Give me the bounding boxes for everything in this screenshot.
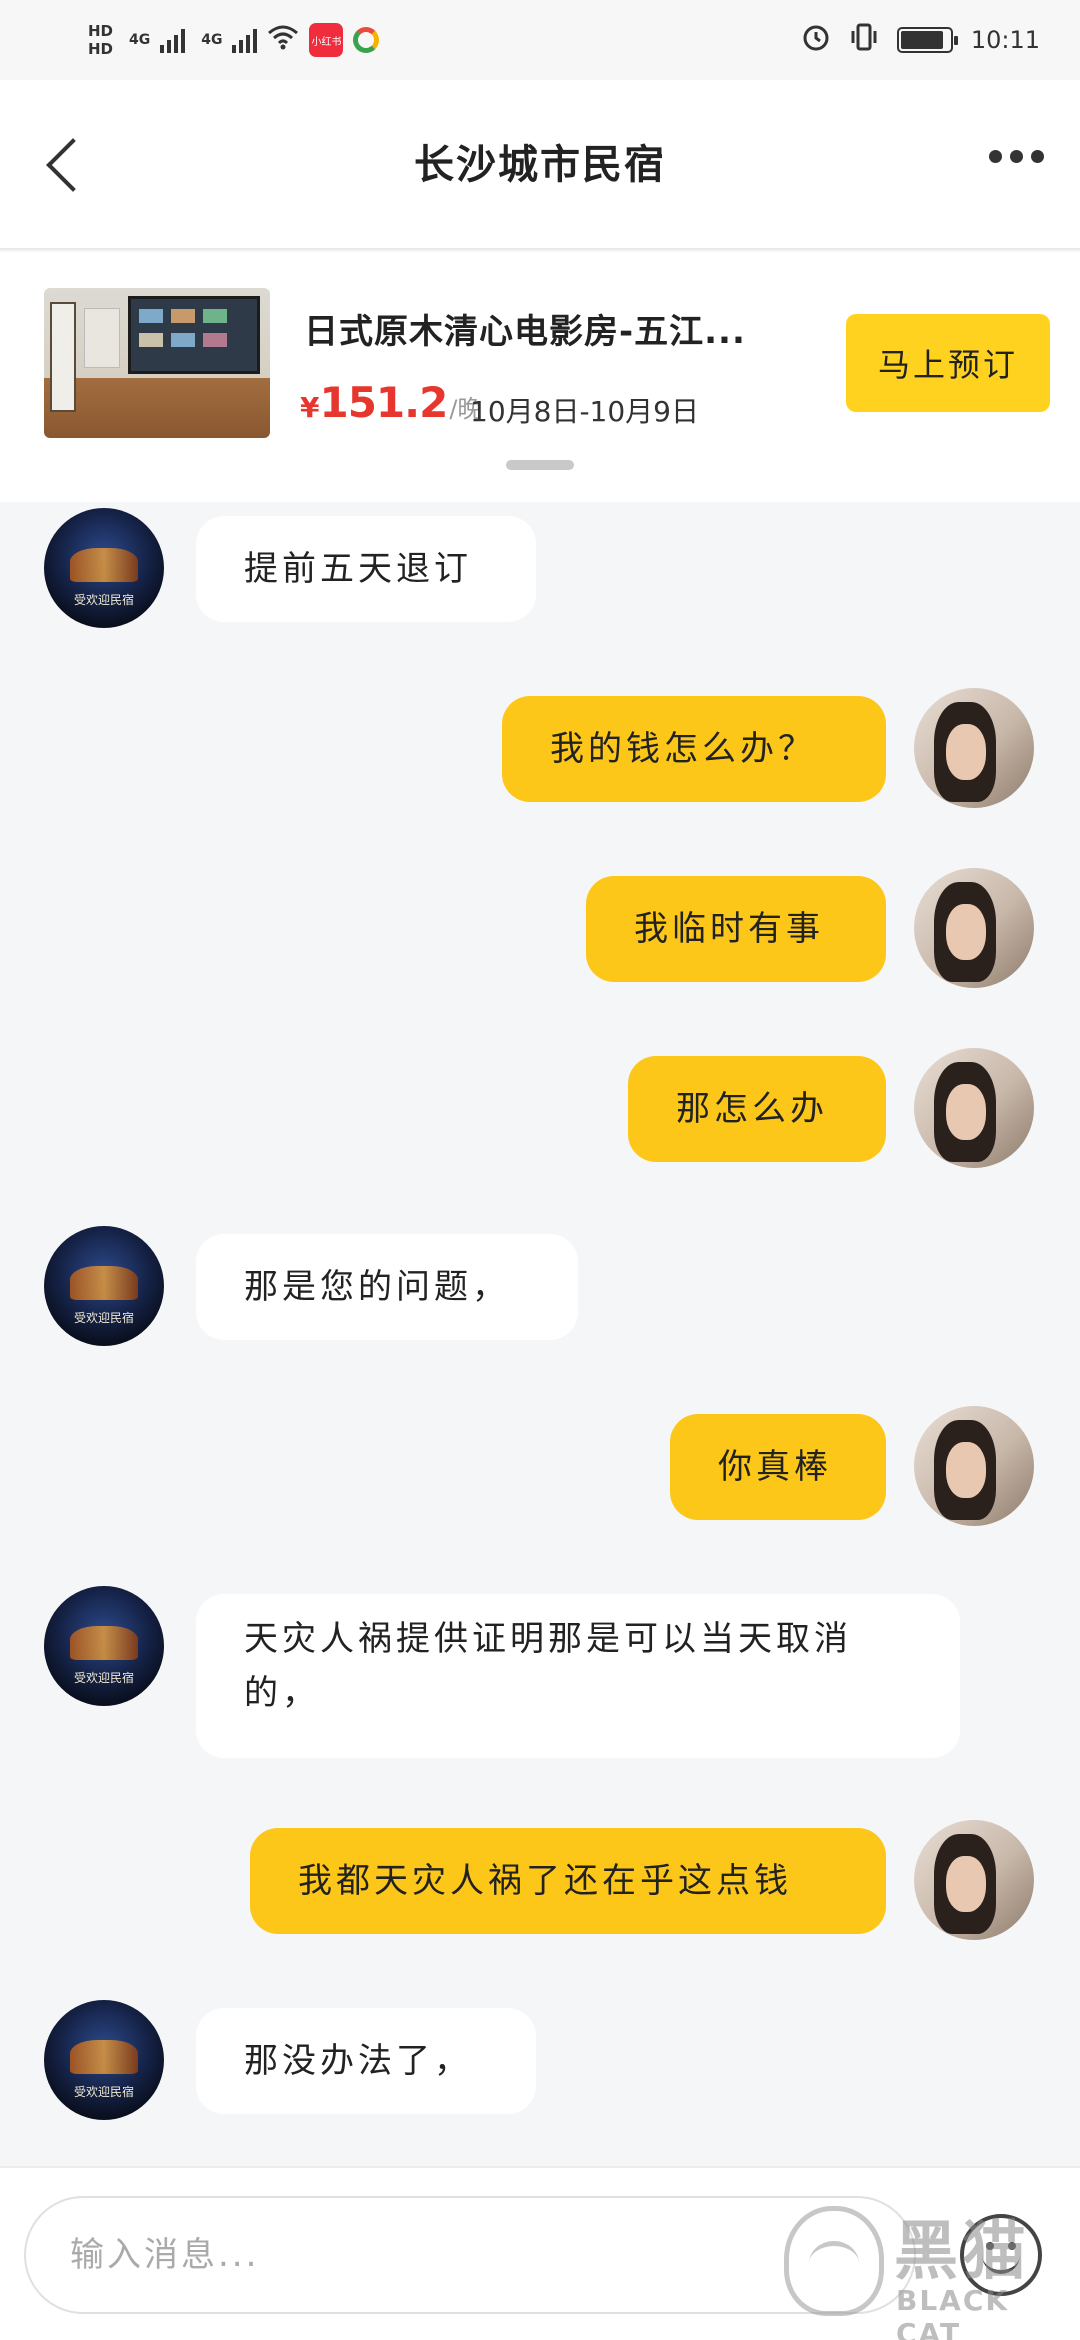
- browser-app-icon: [353, 27, 380, 53]
- watermark-en: BLACK CAT: [896, 2284, 1010, 2340]
- host-avatar[interactable]: 受欢迎民宿: [44, 1226, 164, 1346]
- watermark: 黑猫 BLACK CAT: [784, 2200, 1074, 2340]
- user-avatar[interactable]: [914, 1820, 1034, 1940]
- listing-thumbnail[interactable]: [44, 288, 270, 438]
- message-input[interactable]: [24, 2196, 916, 2314]
- message-bubble[interactable]: 天灾人祸提供证明那是可以当天取消的，: [196, 1594, 960, 1758]
- status-left: HD HD 4G 4G 小红书: [88, 22, 380, 58]
- more-options-button[interactable]: [989, 150, 1044, 163]
- stay-dates: 10月8日-10月9日: [470, 395, 699, 428]
- message-bubble[interactable]: 那怎么办: [628, 1056, 886, 1162]
- message-bubble[interactable]: 我都天灾人祸了还在乎这点钱: [250, 1828, 886, 1934]
- book-now-button[interactable]: 马上预订: [846, 314, 1050, 412]
- status-bar: HD HD 4G 4G 小红书 10:11: [0, 0, 1080, 80]
- vibrate-icon: [849, 22, 879, 58]
- host-avatar-caption: 受欢迎民宿: [73, 593, 134, 607]
- host-avatar[interactable]: 受欢迎民宿: [44, 508, 164, 628]
- page-title: 长沙城市民宿: [414, 142, 666, 188]
- user-avatar[interactable]: [914, 1406, 1034, 1526]
- price-currency: ¥: [300, 391, 320, 424]
- signal-icon-2: [232, 27, 258, 53]
- user-avatar[interactable]: [914, 1048, 1034, 1168]
- xiaohongshu-app-icon: 小红书: [309, 23, 344, 57]
- message-bubble[interactable]: 我临时有事: [586, 876, 886, 982]
- host-avatar-caption: 受欢迎民宿: [73, 1311, 134, 1325]
- network-label-2: 4G: [201, 32, 223, 48]
- message-bubble[interactable]: 那没办法了，: [196, 2008, 536, 2114]
- host-avatar[interactable]: 受欢迎民宿: [44, 2000, 164, 2120]
- status-right: 10:11: [801, 22, 1040, 58]
- listing-title[interactable]: 日式原木清心电影房-五江...: [304, 304, 824, 353]
- wifi-icon: [267, 24, 299, 57]
- alarm-icon: [801, 22, 831, 58]
- hd-indicators: HD HD: [88, 22, 113, 58]
- collapse-handle[interactable]: [506, 460, 574, 470]
- host-avatar[interactable]: 受欢迎民宿: [44, 1586, 164, 1706]
- hd1-label: HD: [88, 22, 114, 40]
- listing-card[interactable]: 日式原木清心电影房-五江... ¥ 151.2 /晚 10月8日-10月9日 马…: [0, 252, 1080, 502]
- user-avatar[interactable]: [914, 688, 1034, 808]
- black-cat-logo-icon: [784, 2206, 884, 2316]
- network-label-1: 4G: [129, 32, 151, 48]
- clock: 10:11: [970, 26, 1040, 54]
- message-bubble[interactable]: 你真棒: [670, 1414, 886, 1520]
- message-bubble[interactable]: 提前五天退订: [196, 516, 536, 622]
- message-bubble[interactable]: 那是您的问题，: [196, 1234, 578, 1340]
- user-avatar[interactable]: [914, 868, 1034, 988]
- price-value: 151.2: [319, 378, 448, 427]
- host-avatar-caption: 受欢迎民宿: [73, 2085, 134, 2099]
- chat-header: 长沙城市民宿: [0, 80, 1080, 250]
- listing-price: ¥ 151.2 /晚: [300, 378, 481, 427]
- message-bubble[interactable]: 我的钱怎么办？: [502, 696, 886, 802]
- host-avatar-caption: 受欢迎民宿: [73, 1671, 134, 1685]
- battery-icon: [896, 27, 958, 53]
- hd2-label: HD: [88, 40, 114, 58]
- watermark-cn: 黑猫: [894, 2215, 1030, 2289]
- signal-icon: [160, 27, 186, 53]
